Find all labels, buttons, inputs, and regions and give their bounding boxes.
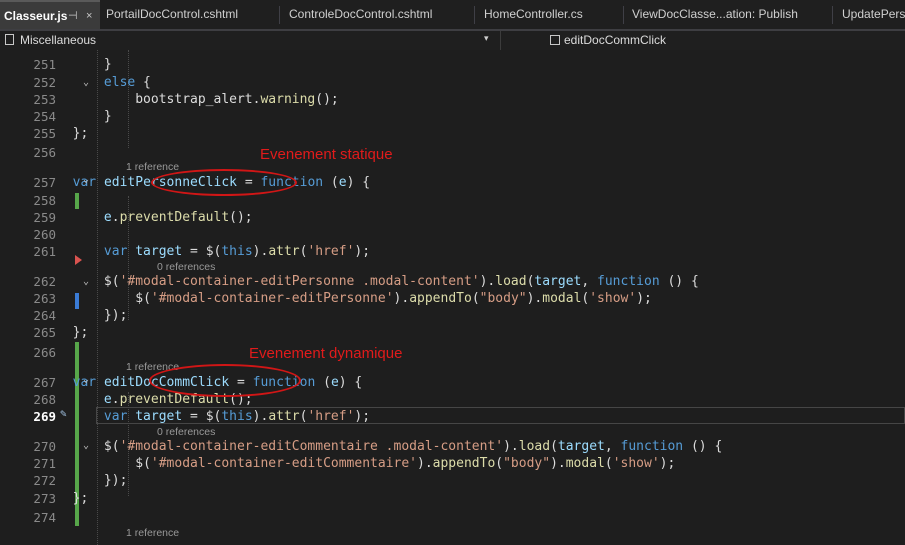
tab-controledoccontrol[interactable]: ControleDocControl.cshtml	[289, 0, 464, 29]
code-line[interactable]: e.preventDefault();	[10, 210, 253, 226]
annotation-static: Evenement statique	[260, 146, 393, 163]
fold-chevron-icon[interactable]: ⌄	[83, 375, 93, 385]
tab-separator	[623, 6, 624, 24]
navigation-bar: Miscellaneous ▾ editDocCommClick	[0, 31, 905, 51]
fold-chevron-icon[interactable]: ⌄	[83, 441, 93, 451]
tab-classeur-js[interactable]: Classeur.js ⊣ ×	[0, 0, 100, 29]
code-line[interactable]: };	[10, 126, 89, 142]
tab-separator	[474, 6, 475, 24]
code-line[interactable]: var target = $(this).attr('href');	[10, 409, 370, 425]
codelens-references[interactable]: 0 references	[157, 426, 215, 438]
code-editor[interactable]: ✎ 251 252 253 254 255 256 257 258 259 260 261 262 26…	[0, 50, 905, 545]
tab-separator	[832, 6, 833, 24]
change-marker	[75, 193, 79, 209]
tab-homecontroller[interactable]: HomeController.cs	[484, 0, 619, 29]
code-line[interactable]: $('#modal-container-editPersonne').appen…	[10, 291, 652, 307]
tab-label: ControleDocControl.cshtml	[289, 7, 433, 21]
line-number: 266	[33, 345, 56, 360]
tab-label: PortailDocControl.cshtml	[106, 7, 239, 21]
tab-label: Classeur.js	[4, 9, 68, 23]
member-label: editDocCommClick	[564, 33, 667, 47]
member-dropdown[interactable]: editDocCommClick	[500, 31, 905, 50]
fold-chevron-icon[interactable]: ⌄	[83, 277, 93, 287]
annotation-circle	[149, 364, 301, 397]
scope-label: Miscellaneous	[20, 33, 97, 47]
codelens-references[interactable]: 1 reference	[126, 527, 179, 539]
code-line[interactable]: $('#modal-container-editPersonne .modal-…	[10, 274, 699, 290]
annotation-circle	[151, 169, 297, 196]
line-number: 260	[33, 227, 56, 242]
close-icon[interactable]: ×	[86, 2, 92, 29]
document-tab-bar: Classeur.js ⊣ × PortailDocControl.cshtml…	[0, 0, 905, 31]
tab-updatepers[interactable]: UpdatePers	[842, 0, 905, 29]
tab-label: UpdatePers	[842, 7, 905, 21]
line-number: 256	[33, 145, 56, 160]
tab-viewdocclasse[interactable]: ViewDocClasse...ation: Publish	[632, 0, 827, 29]
code-line[interactable]: });	[10, 308, 128, 324]
line-number: 274	[33, 510, 56, 525]
code-line[interactable]: else {	[10, 75, 151, 91]
tab-portaildoccontrol[interactable]: PortailDocControl.cshtml	[106, 0, 276, 29]
annotation-dynamic: Evenement dynamique	[249, 345, 403, 362]
code-line[interactable]: $('#modal-container-editCommentaire .mod…	[10, 439, 722, 455]
scope-dropdown[interactable]: Miscellaneous ▾	[0, 31, 497, 50]
codelens-references[interactable]: 1 reference	[126, 161, 179, 173]
code-line[interactable]: }	[10, 109, 112, 125]
tab-label: HomeController.cs	[484, 7, 583, 21]
method-icon	[550, 35, 560, 45]
tab-separator	[279, 6, 280, 24]
codelens-references[interactable]: 0 references	[157, 261, 215, 273]
tab-label: ViewDocClasse...ation: Publish	[632, 7, 798, 21]
code-line[interactable]: });	[10, 473, 128, 489]
file-icon	[5, 34, 14, 45]
code-line[interactable]: var target = $(this).attr('href');	[10, 244, 370, 260]
fold-chevron-icon[interactable]: ⌄	[83, 175, 93, 185]
code-line[interactable]: }	[10, 57, 112, 73]
code-line[interactable]: bootstrap_alert.warning();	[10, 92, 339, 108]
code-line[interactable]: $('#modal-container-editCommentaire').ap…	[10, 456, 675, 472]
pin-icon[interactable]: ⊣	[68, 2, 78, 29]
fold-chevron-icon[interactable]: ⌄	[83, 78, 93, 88]
code-line[interactable]: };	[10, 491, 89, 507]
code-line[interactable]: };	[10, 325, 89, 341]
chevron-down-icon: ▾	[484, 33, 489, 43]
line-number: 258	[33, 193, 56, 208]
